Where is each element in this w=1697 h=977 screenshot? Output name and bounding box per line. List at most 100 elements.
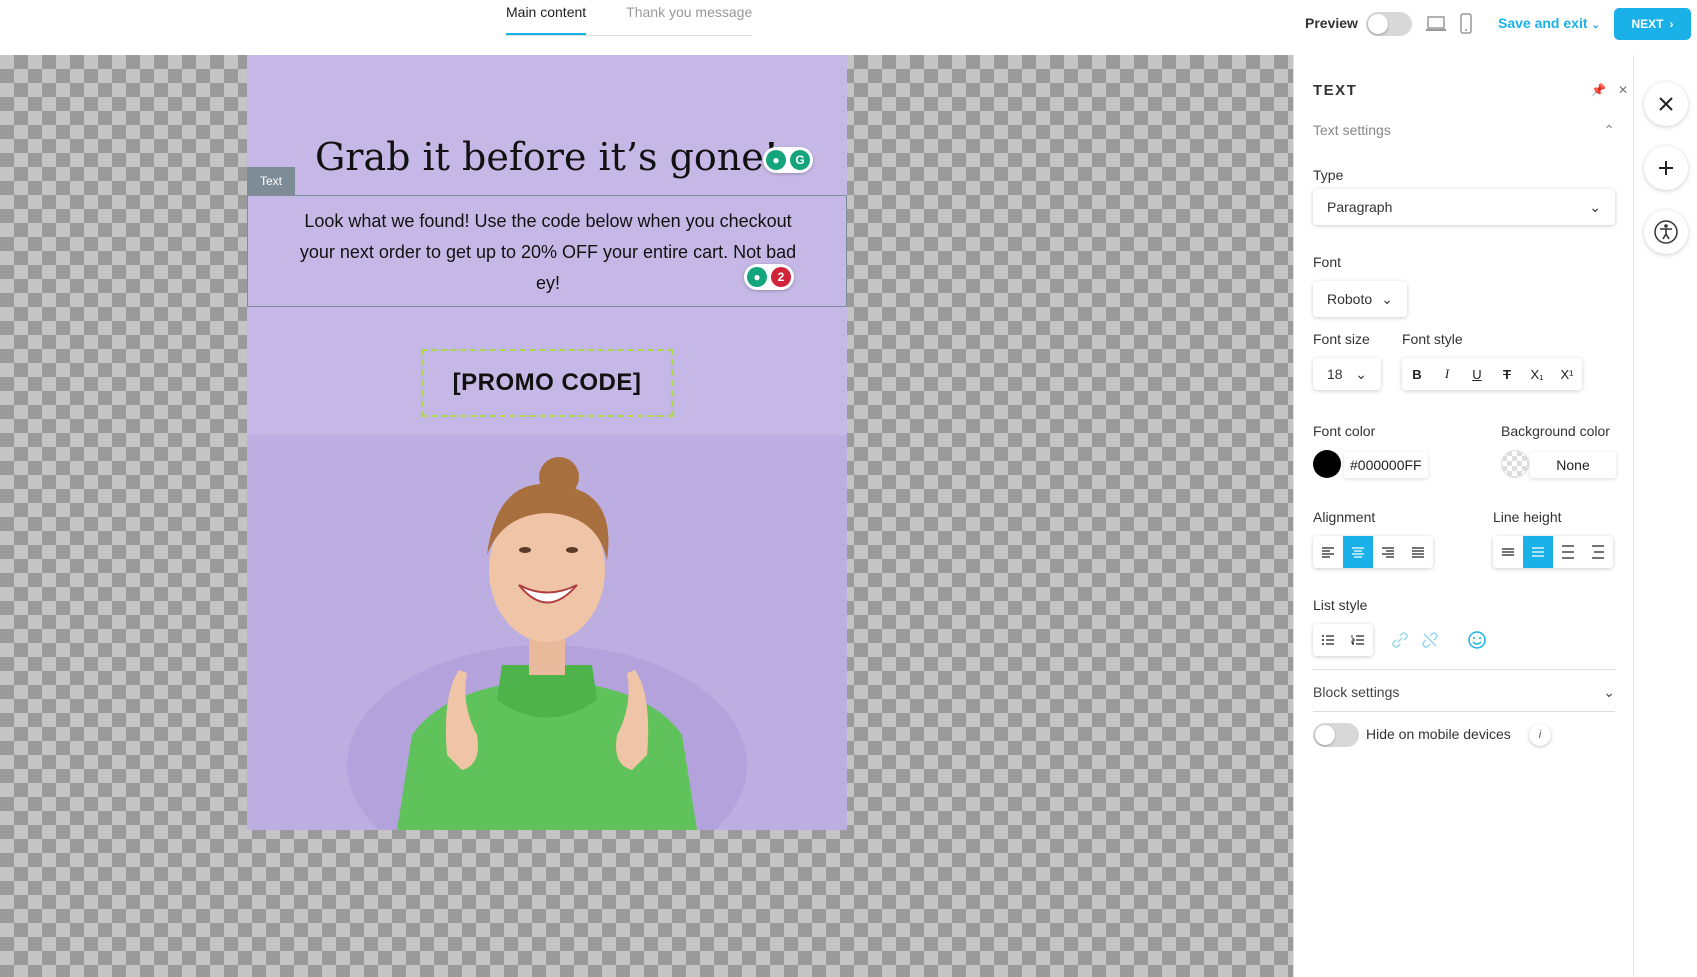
issue-count-badge: 2 [771,267,791,287]
type-select[interactable]: Paragraph ⌄ [1313,189,1615,225]
block-settings-header[interactable]: Block settings ⌄ [1313,684,1615,701]
italic-button[interactable]: I [1432,358,1462,390]
font-color-swatch[interactable] [1313,450,1341,478]
divider [1313,711,1615,712]
underline-button[interactable]: U [1462,358,1492,390]
background-color-swatch[interactable] [1501,450,1529,478]
list-style-label: List style [1313,597,1368,613]
font-size-select[interactable]: 18 ⌄ [1313,358,1381,390]
accessibility-icon [1654,220,1678,244]
panel-header-actions: 📌 ✕ [1591,83,1628,97]
background-color-value[interactable]: None [1530,452,1616,478]
tab-thank-you-message[interactable]: Thank you message [626,0,752,35]
type-label: Type [1313,167,1344,183]
block-type-tag: Text [247,167,295,195]
chevron-up-icon: ⌃ [1603,122,1615,138]
font-color-value[interactable]: #000000FF [1344,452,1428,478]
close-editor-button[interactable] [1644,82,1688,126]
unlink-icon[interactable] [1421,631,1439,649]
right-rail [1633,55,1697,977]
align-right-button[interactable] [1373,536,1403,568]
font-select[interactable]: Roboto ⌄ [1313,281,1407,317]
info-icon[interactable]: i [1529,724,1551,746]
save-and-exit-button[interactable]: Save and exit ⌄ [1498,15,1600,31]
panel-title: TEXT [1313,82,1358,99]
popup-body-text[interactable]: Look what we found! Use the code below w… [298,206,798,299]
block-settings-label: Block settings [1313,684,1400,700]
font-size-value: 18 [1327,366,1343,382]
line-height-group [1493,536,1613,568]
preview-label: Preview [1305,15,1358,31]
chevron-down-icon: ⌄ [1591,20,1600,31]
grammarly-icon: G [790,150,810,170]
align-left-icon [1322,547,1334,558]
text-settings-header[interactable]: Text settings ⌃ [1313,122,1615,139]
accessibility-button[interactable] [1644,210,1688,254]
numbered-list-icon [1351,635,1364,645]
desktop-view-icon[interactable] [1425,15,1447,33]
toggle-knob [1315,725,1335,745]
background-color-label: Background color [1501,423,1610,439]
toggle-knob [1368,14,1388,34]
list-style-group [1313,624,1373,656]
line-height-label: Line height [1493,509,1562,525]
bold-button[interactable]: B [1402,358,1432,390]
pin-icon[interactable]: 📌 [1591,83,1606,97]
emoji-icon[interactable] [1467,630,1487,650]
hide-mobile-toggle[interactable] [1313,723,1359,747]
line-height-loose-button[interactable] [1583,536,1613,568]
strikethrough-button[interactable]: T [1492,358,1522,390]
line-height-normal-button[interactable] [1523,536,1553,568]
lightbulb-icon: ● [766,150,786,170]
font-color-label: Font color [1313,423,1376,439]
top-bar: Main content Thank you message Preview S… [0,0,1697,55]
align-center-button[interactable] [1343,536,1373,568]
chevron-down-icon: ⌄ [1589,198,1601,215]
text-block-selected[interactable]: Look what we found! Use the code below w… [247,195,847,307]
bullet-list-button[interactable] [1313,624,1343,656]
close-icon [1659,97,1673,111]
add-block-button[interactable] [1644,146,1688,190]
tab-main-content[interactable]: Main content [506,0,587,35]
line-height-normal-icon [1532,547,1544,557]
line-height-relaxed-icon [1562,545,1574,559]
text-settings-label: Text settings [1313,122,1391,138]
align-left-button[interactable] [1313,536,1343,568]
align-justify-button[interactable] [1403,536,1433,568]
tab-bar: Main content Thank you message [506,0,753,36]
lightbulb-icon: ● [747,267,767,287]
editor-canvas[interactable]: Grab it before it’s gone! ● G Text Look … [0,55,1293,977]
link-icon[interactable] [1391,631,1409,649]
line-height-tight-icon [1502,548,1514,556]
chevron-right-icon: › [1669,17,1674,31]
superscript-button[interactable]: X¹ [1552,358,1582,390]
grammarly-badge-issues[interactable]: ● 2 [744,264,794,290]
woman-thumbs-up-image [247,435,847,830]
divider [1313,669,1615,670]
subscript-button[interactable]: X₁ [1522,358,1552,390]
align-right-icon [1382,547,1394,558]
popup-headline[interactable]: Grab it before it’s gone! [247,135,847,179]
mobile-view-icon[interactable] [1459,13,1473,35]
grammarly-badge[interactable]: ● G [763,147,813,173]
align-justify-icon [1412,547,1424,558]
alignment-group [1313,536,1433,568]
text-settings-panel: TEXT 📌 ✕ Text settings ⌃ Type Paragraph … [1293,55,1633,977]
line-height-loose-icon [1592,545,1604,559]
line-height-relaxed-button[interactable] [1553,536,1583,568]
chevron-down-icon: ⌄ [1381,290,1393,307]
close-icon[interactable]: ✕ [1618,83,1628,97]
promo-code-box[interactable]: [PROMO CODE] [421,349,673,417]
popup-preview: Grab it before it’s gone! ● G Text Look … [247,55,847,830]
type-value: Paragraph [1327,199,1393,215]
preview-toggle[interactable] [1366,12,1412,36]
font-style-group: B I U T X₁ X¹ [1402,358,1582,390]
align-center-icon [1352,547,1364,558]
bullet-list-icon [1322,635,1334,645]
next-button[interactable]: NEXT › [1614,8,1691,40]
numbered-list-button[interactable] [1343,624,1373,656]
font-style-label: Font style [1402,331,1463,347]
line-height-tight-button[interactable] [1493,536,1523,568]
alignment-label: Alignment [1313,509,1376,525]
save-and-exit-label: Save and exit [1498,15,1588,31]
